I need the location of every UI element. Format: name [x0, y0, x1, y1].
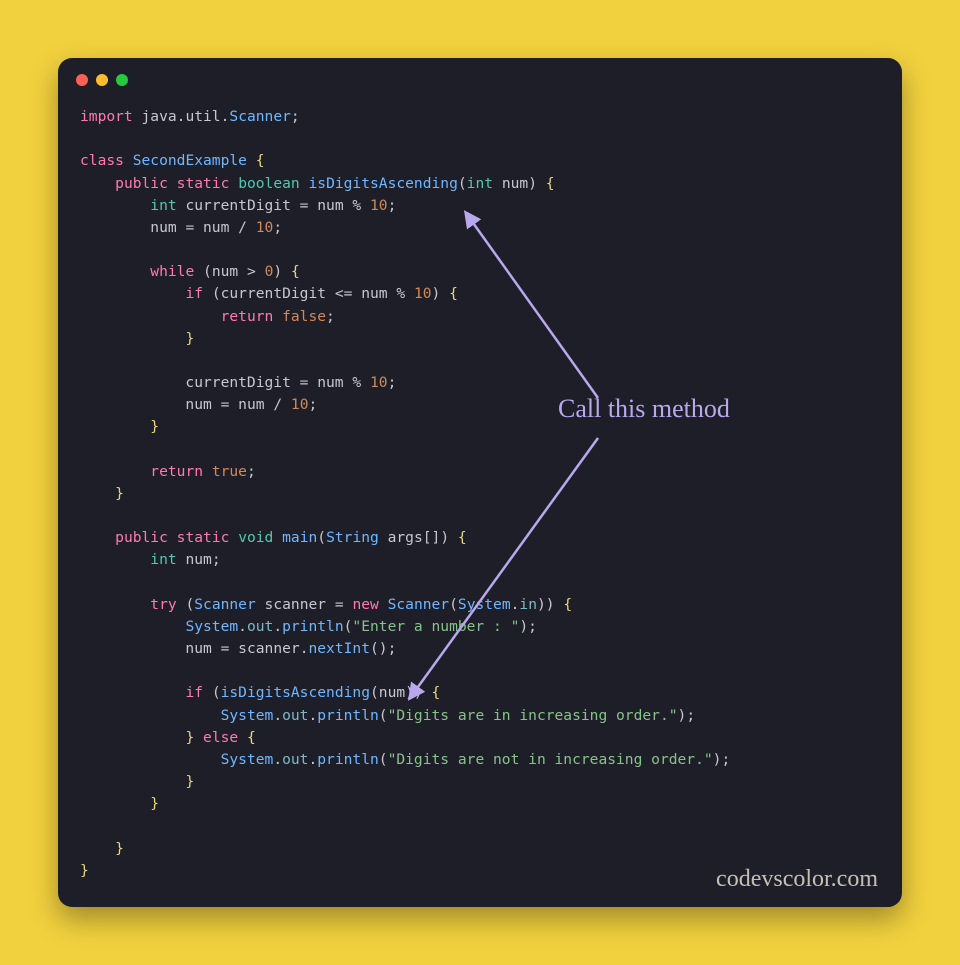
watermark: codevscolor.com [716, 866, 878, 893]
window-titlebar [58, 58, 902, 92]
close-icon[interactable] [76, 74, 88, 86]
code-block: import java.util.Scanner; class SecondEx… [58, 92, 902, 904]
zoom-icon[interactable] [116, 74, 128, 86]
code-window: import java.util.Scanner; class SecondEx… [58, 58, 902, 907]
minimize-icon[interactable] [96, 74, 108, 86]
